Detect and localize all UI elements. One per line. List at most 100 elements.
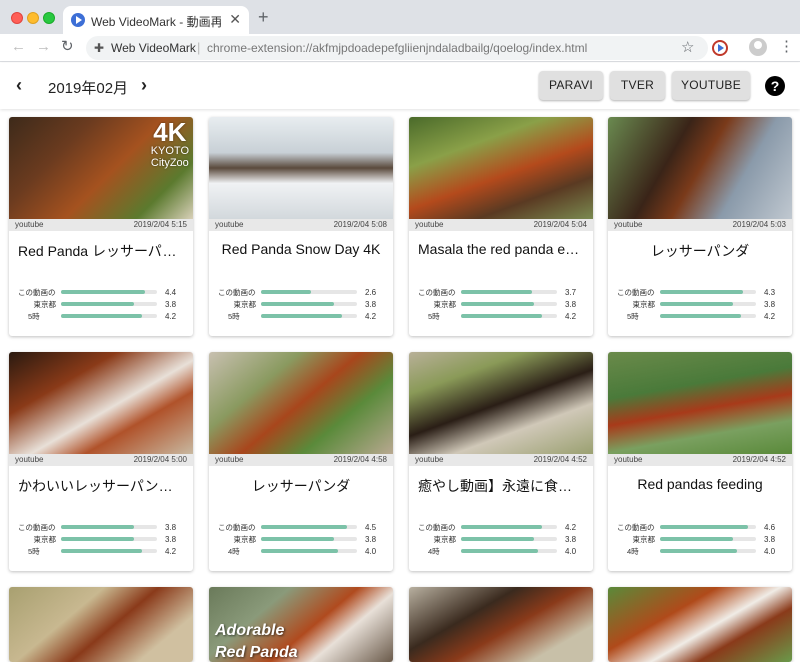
stat-bar-fill [261, 290, 311, 294]
maximize-window-button[interactable] [43, 12, 55, 24]
stat-bar-track [61, 549, 157, 553]
stat-bar-fill [261, 525, 348, 529]
stat-row: この動画の平均 4.2 [409, 522, 593, 533]
help-icon[interactable]: ? [765, 76, 785, 96]
minimize-window-button[interactable] [27, 12, 39, 24]
stat-bar-track [261, 549, 357, 553]
stat-label: 東京都 [433, 300, 457, 309]
stat-label: 5時 [428, 312, 440, 321]
stat-value: 4.0 [764, 547, 776, 556]
stat-row: 東京都 3.8 [608, 299, 792, 310]
close-window-button[interactable] [11, 12, 23, 24]
video-card[interactable]: youtube 2019/2/04 5:04 Masala the red pan… [409, 117, 593, 336]
stat-bar-track [61, 302, 157, 306]
video-card[interactable]: youtube2019/2/04 5:00 かわいいレッサーパンダの寝顔 この動… [9, 352, 193, 571]
stat-row: この動画の平均 4.3 [608, 287, 792, 298]
video-meta: youtube 2019/2/04 4:52 [608, 454, 792, 466]
new-tab-icon[interactable]: + [258, 8, 269, 26]
stat-bar-track [261, 302, 357, 306]
video-title: 癒やし動画】永遠に食べるレッサーパンダ [418, 478, 593, 494]
stat-bar-track [61, 290, 157, 294]
video-thumbnail [209, 117, 393, 219]
video-card[interactable]: youtube2019/2/04 5:03 レッサーパンダ この動画の平均 4.3… [608, 117, 792, 336]
stat-value: 4.0 [365, 547, 377, 556]
stat-value: 4.2 [764, 312, 776, 321]
stat-value: 4.2 [565, 523, 577, 532]
stat-bar-track [660, 525, 756, 529]
video-meta: youtube 2019/2/04 4:52 [409, 454, 593, 466]
stat-bar-track [660, 290, 756, 294]
stat-bar-fill [660, 314, 741, 318]
stat-label: この動画の平均 [218, 523, 256, 532]
forward-arrow-icon[interactable]: → [36, 38, 51, 56]
stat-value: 2.6 [365, 288, 377, 297]
bookmark-star-icon[interactable]: ☆ [681, 38, 694, 56]
paravi-button[interactable]: PARAVI [539, 71, 603, 100]
stat-bar-track [660, 537, 756, 541]
video-card[interactable]: youtube 2019/2/04 4:52 Red pandas feeding… [608, 352, 792, 571]
stat-row: 5時 4.2 [409, 311, 593, 322]
stat-row: この動画の平均 3.7 [409, 287, 593, 298]
stat-row: 4時 4.0 [608, 546, 792, 557]
tab-close-icon[interactable]: ✕ [229, 11, 241, 27]
thumbnail-caption: 4K KYOTO CityZoo [150, 117, 189, 169]
stat-label: 東京都 [632, 300, 656, 309]
stat-row: 5時 4.2 [9, 311, 193, 322]
browser-menu-icon[interactable]: ⋮ [779, 37, 794, 55]
stat-label: この動画の平均 [218, 288, 256, 297]
browser-tab[interactable]: Web VideoMark - 動画再生品質記録 ✕ [63, 6, 249, 34]
address-bar[interactable]: ✚ Web VideoMark | chrome-extension://akf… [86, 36, 708, 60]
stat-bar-fill [61, 314, 142, 318]
video-thumbnail [409, 587, 593, 662]
profile-avatar-icon[interactable] [749, 38, 767, 56]
stat-bar-fill [461, 302, 534, 306]
tver-button[interactable]: TVER [610, 71, 665, 100]
stat-row: 東京都 3.8 [9, 534, 193, 545]
stat-label: 東京都 [632, 535, 656, 544]
stat-label: 5時 [28, 312, 40, 321]
stat-row: 東京都 3.8 [209, 534, 393, 545]
stat-bar-track [660, 302, 756, 306]
stat-bar-fill [261, 537, 334, 541]
stat-row: 5時 4.2 [9, 546, 193, 557]
stat-label: 東京都 [233, 300, 257, 309]
stat-value: 4.0 [565, 547, 577, 556]
video-card[interactable] [409, 587, 593, 662]
stat-label: この動画の平均 [418, 288, 456, 297]
video-thumbnail [608, 587, 792, 662]
stat-value: 4.6 [764, 523, 776, 532]
stat-value: 4.2 [365, 312, 377, 321]
video-thumbnail [409, 352, 593, 454]
previous-month-chevron-icon[interactable]: ‹ [16, 75, 22, 96]
stat-value: 4.3 [764, 288, 776, 297]
stat-label: 5時 [627, 312, 639, 321]
stat-row: 東京都 3.8 [209, 299, 393, 310]
stat-row: 東京都 3.8 [409, 299, 593, 310]
youtube-button[interactable]: YOUTUBE [672, 71, 750, 100]
video-card[interactable]: Adorable Red Panda [209, 587, 393, 662]
stat-row: 東京都 3.8 [608, 534, 792, 545]
video-card[interactable]: youtube2019/2/04 4:58 レッサーパンダ この動画の平均 4.5… [209, 352, 393, 571]
back-arrow-icon[interactable]: ← [11, 38, 26, 56]
video-card[interactable]: youtube 2019/2/04 5:08 Red Panda Snow Day… [209, 117, 393, 336]
next-month-chevron-icon[interactable]: › [141, 75, 147, 96]
reload-icon[interactable]: ↻ [61, 38, 74, 56]
stat-row: 4時 4.0 [409, 546, 593, 557]
stat-label: この動画の平均 [617, 523, 655, 532]
video-card[interactable]: 4K KYOTO CityZoo youtube 2019/2/04 5:15 R… [9, 117, 193, 336]
stat-value: 3.8 [165, 535, 177, 544]
stat-row: この動画の平均 4.4 [9, 287, 193, 298]
stat-label: この動画の平均 [418, 523, 456, 532]
video-thumbnail [608, 352, 792, 454]
stat-label: 5時 [228, 312, 240, 321]
video-meta: youtube 2019/2/04 5:15 [9, 219, 193, 231]
videomark-extension-icon[interactable] [712, 40, 728, 56]
video-card[interactable] [608, 587, 792, 662]
stat-bar-track [261, 290, 357, 294]
video-card[interactable] [9, 587, 193, 662]
url-text: chrome-extension://akfmjpdoadepefgliienj… [207, 41, 588, 55]
stat-row: 東京都 3.8 [409, 534, 593, 545]
stat-bar-track [461, 314, 557, 318]
stat-bar-track [261, 314, 357, 318]
video-card[interactable]: youtube2019/2/04 4:52 癒やし動画】永遠に食べるレッサーパン… [409, 352, 593, 571]
